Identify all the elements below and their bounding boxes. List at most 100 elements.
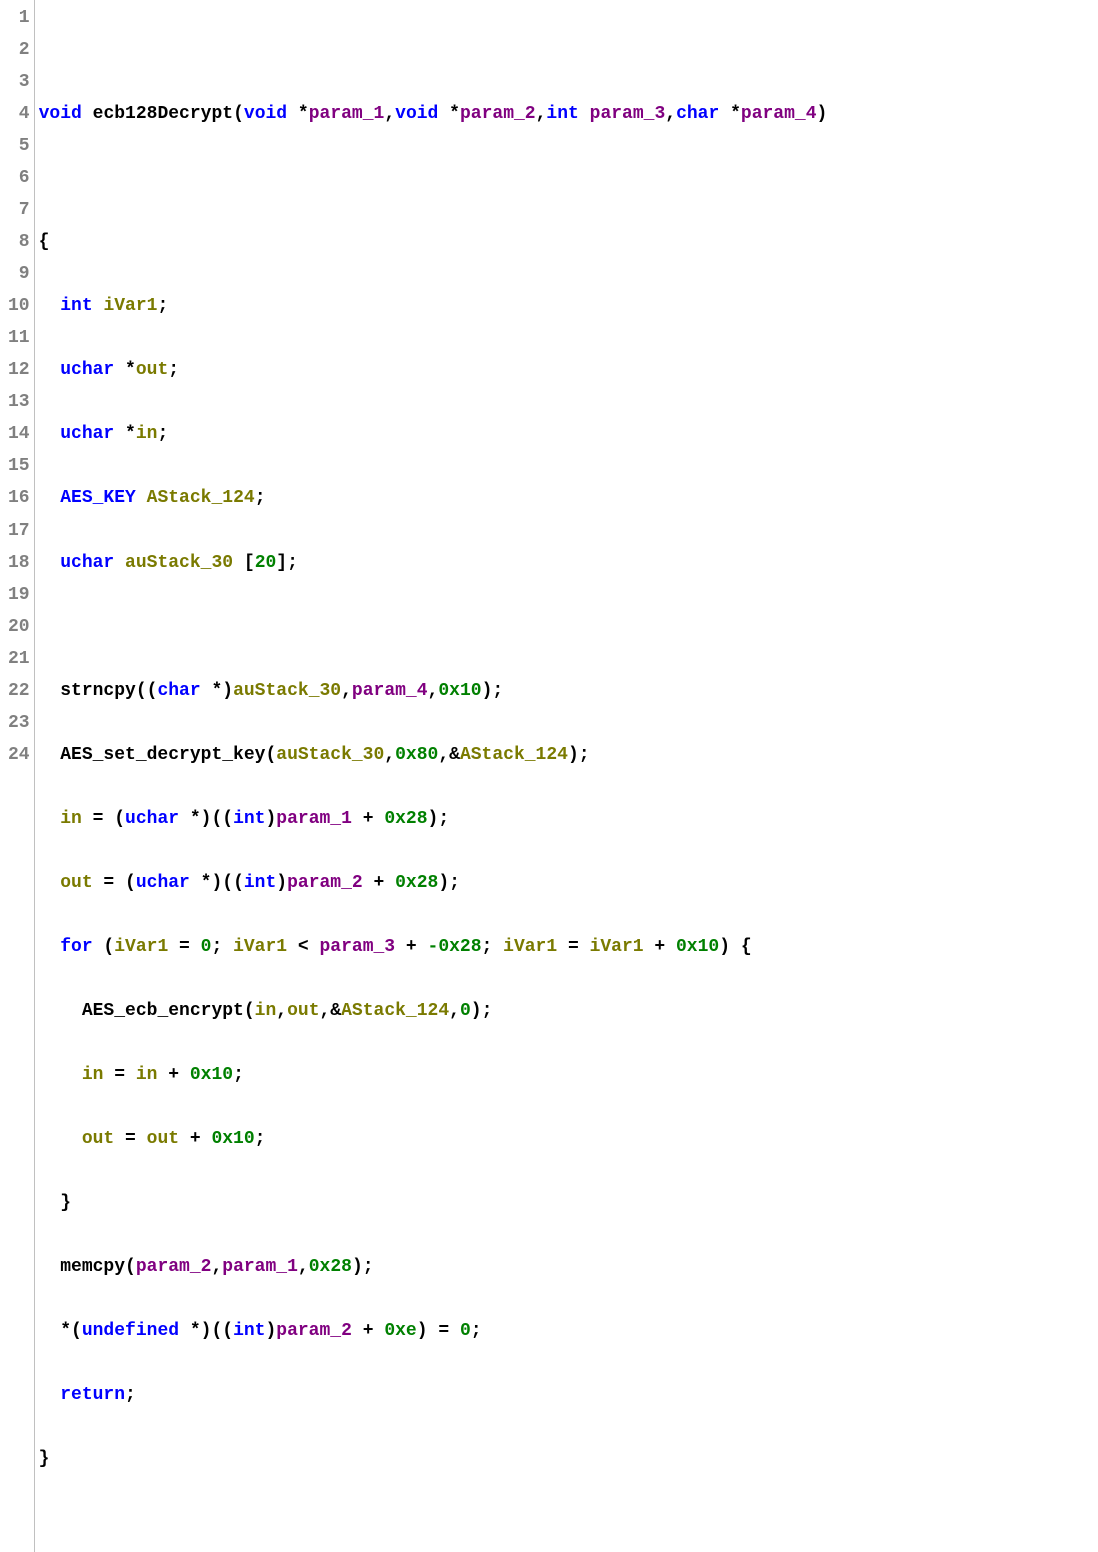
comma: , [298, 1257, 309, 1277]
code-line[interactable] [39, 1507, 1098, 1539]
text: ,& [438, 745, 460, 765]
indent [39, 553, 61, 573]
op: + [179, 1129, 211, 1149]
op: = [114, 1129, 146, 1149]
indent [39, 1385, 61, 1405]
op: = ( [82, 809, 125, 829]
indent [39, 745, 61, 765]
code-line[interactable]: in = in + 0x10; [39, 1059, 1098, 1091]
type: AES_KEY [60, 488, 136, 508]
keyword: uchar [60, 553, 114, 573]
paren: ); [471, 1001, 493, 1021]
keyword: uchar [125, 809, 179, 829]
identifier: AStack_124 [341, 1001, 449, 1021]
semicolon: ; [233, 1065, 244, 1085]
paren: ) [265, 1321, 276, 1341]
code-line[interactable] [39, 34, 1098, 66]
number: 0 [460, 1001, 471, 1021]
code-line[interactable]: uchar auStack_30 [20]; [39, 547, 1098, 579]
comma: , [536, 104, 547, 124]
code-line[interactable]: { [39, 226, 1098, 258]
code-line[interactable]: } [39, 1443, 1098, 1475]
indent [39, 488, 61, 508]
line-number: 20 [8, 611, 30, 643]
brace: ) { [719, 937, 751, 957]
code-line[interactable]: in = (uchar *)((int)param_1 + 0x28); [39, 803, 1098, 835]
identifier: in [255, 1001, 277, 1021]
code-line[interactable]: return; [39, 1379, 1098, 1411]
op: < [287, 937, 319, 957]
op: = [103, 1065, 135, 1085]
text [114, 553, 125, 573]
indent [39, 1257, 61, 1277]
identifier: in [60, 809, 82, 829]
paren: ( [265, 745, 276, 765]
parameter: param_2 [460, 104, 536, 124]
semicolon: ; [211, 937, 233, 957]
line-number: 14 [8, 418, 30, 450]
brace: } [39, 1449, 50, 1469]
code-line[interactable]: strncpy((char *)auStack_30,param_4,0x10)… [39, 675, 1098, 707]
code-editor[interactable]: void ecb128Decrypt(void *param_1,void *p… [35, 0, 1098, 1552]
text: * [438, 104, 460, 124]
comma: , [428, 681, 439, 701]
parameter: param_3 [590, 104, 666, 124]
paren: ); [568, 745, 590, 765]
line-number: 15 [8, 450, 30, 482]
comma: , [211, 1257, 222, 1277]
identifier: AStack_124 [460, 745, 568, 765]
op: = [168, 937, 200, 957]
paren: ); [428, 809, 450, 829]
identifier: out [60, 873, 92, 893]
paren: ) [265, 809, 276, 829]
paren: ) [817, 104, 828, 124]
indent [39, 1001, 82, 1021]
function-call: memcpy [60, 1257, 125, 1277]
identifier: out [147, 1129, 179, 1149]
line-number: 23 [8, 707, 30, 739]
number: 0x28 [309, 1257, 352, 1277]
function-call: AES_set_decrypt_key [60, 745, 265, 765]
code-line[interactable]: memcpy(param_2,param_1,0x28); [39, 1251, 1098, 1283]
code-line[interactable]: AES_KEY AStack_124; [39, 482, 1098, 514]
code-line[interactable]: AES_ecb_encrypt(in,out,&AStack_124,0); [39, 995, 1098, 1027]
keyword: void [395, 104, 438, 124]
parameter: param_3 [320, 937, 396, 957]
code-line[interactable]: } [39, 1187, 1098, 1219]
number: 0x28 [384, 809, 427, 829]
indent [39, 809, 61, 829]
paren: ( [93, 937, 115, 957]
code-line[interactable]: int iVar1; [39, 290, 1098, 322]
parameter: param_2 [276, 1321, 352, 1341]
comma: , [341, 681, 352, 701]
paren: (( [136, 681, 158, 701]
code-line[interactable] [39, 162, 1098, 194]
brace: { [39, 232, 50, 252]
text: *)(( [179, 1321, 233, 1341]
code-line[interactable]: uchar *in; [39, 418, 1098, 450]
code-line[interactable]: AES_set_decrypt_key(auStack_30,0x80,&ASt… [39, 739, 1098, 771]
code-line[interactable]: uchar *out; [39, 354, 1098, 386]
number: 0 [201, 937, 212, 957]
paren: ); [438, 873, 460, 893]
code-line[interactable]: void ecb128Decrypt(void *param_1,void *p… [39, 98, 1098, 130]
op: = [557, 937, 589, 957]
semicolon: ; [157, 296, 168, 316]
op: ) = [417, 1321, 460, 1341]
line-number: 4 [8, 98, 30, 130]
text [82, 104, 93, 124]
op: + [363, 873, 395, 893]
semicolon: ; [471, 1321, 482, 1341]
code-line[interactable]: for (iVar1 = 0; iVar1 < param_3 + -0x28;… [39, 931, 1098, 963]
keyword: void [244, 104, 287, 124]
code-line[interactable]: out = out + 0x10; [39, 1123, 1098, 1155]
number: 0x10 [211, 1129, 254, 1149]
keyword: int [233, 809, 265, 829]
indent [39, 937, 61, 957]
code-line[interactable]: out = (uchar *)((int)param_2 + 0x28); [39, 867, 1098, 899]
semicolon: ; [168, 360, 179, 380]
code-line[interactable]: *(undefined *)((int)param_2 + 0xe) = 0; [39, 1315, 1098, 1347]
number: 0 [460, 1321, 471, 1341]
op: + [352, 809, 384, 829]
code-line[interactable] [39, 611, 1098, 643]
